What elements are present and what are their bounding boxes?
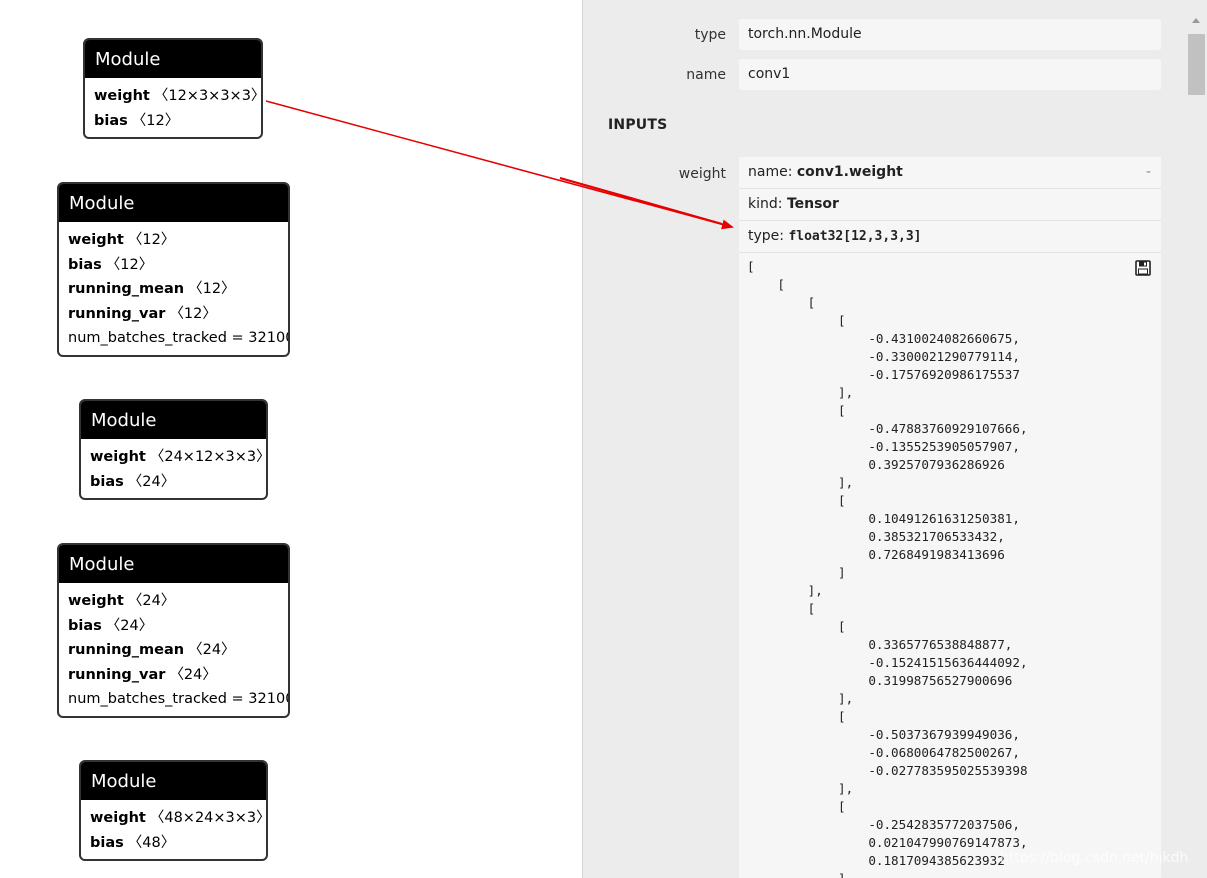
node-attr: bias 〈48〉 [90,831,257,856]
attr-name: bias [90,834,124,851]
attr-shape: 〈12〉 [169,305,217,322]
attr-shape: 〈24〉 [127,473,176,490]
scroll-up-arrow-icon[interactable] [1192,18,1200,23]
node-attr: weight 〈48×24×3×3〉 [90,806,266,831]
attr-shape: 〈48〉 [127,834,176,851]
tensor-values: [ [ [ [ -0.4310024082660675, -0.33000212… [747,259,1028,878]
name-label: name [686,67,726,83]
attr-shape: 〈12×3×3×3〉 [153,88,263,104]
module-node[interactable]: Module weight 〈24×12×3×3〉 bias 〈24〉 [79,399,268,500]
graph-canvas[interactable]: Module weight 〈12×3×3×3〉 bias 〈12〉 Module … [0,0,582,878]
type-label: type [694,27,726,43]
node-attr: weight 〈12〉 [68,228,279,253]
node-attr: weight 〈24×12×3×3〉 [90,445,266,470]
inputs-section-title: INPUTS [608,117,668,133]
attr-shape: 〈24×12×3×3〉 [149,449,268,465]
tensor-name-value: conv1.weight [796,164,903,180]
module-node[interactable]: Module weight 〈48×24×3×3〉 bias 〈48〉 [79,760,268,861]
node-title: Module [81,401,266,439]
node-extra: num_batches_tracked = 32100 [68,330,290,346]
attr-name: weight [68,593,124,609]
name-value: conv1 [739,59,1161,90]
attr-name: bias [68,617,102,634]
attr-shape: 〈24〉 [105,617,154,634]
attr-name: weight [90,449,146,465]
attr-shape: 〈24〉 [127,593,176,609]
node-attr: weight 〈12×3×3×3〉 [94,84,261,109]
module-node[interactable]: Module weight 〈12〉 bias 〈12〉 running_mean 〈… [57,182,290,357]
attr-shape: 〈48×24×3×3〉 [149,810,268,826]
attr-name: running_var [68,305,166,322]
node-title: Module [59,545,288,583]
tensor-name-row: name: conv1.weight - [739,157,1161,189]
module-node[interactable]: Module weight 〈24〉 bias 〈24〉 running_mean 〈… [57,543,290,718]
save-icon[interactable] [1135,260,1151,276]
attr-shape: 〈12〉 [127,232,176,248]
node-title: Module [59,184,288,222]
collapse-button[interactable]: - [1146,157,1151,188]
type-value: torch.nn.Module [739,19,1161,50]
node-attr: bias 〈12〉 [94,109,252,134]
tensor-kind-prefix: kind: [748,196,787,212]
attr-shape: 〈12〉 [188,281,236,297]
tensor-kind-value: Tensor [786,196,839,212]
tensor-kind-row: kind: Tensor [739,189,1161,221]
node-title: Module [81,762,266,800]
node-extra: num_batches_tracked = 32100 [68,691,290,707]
attr-shape: 〈24〉 [169,666,217,683]
node-attr: bias 〈24〉 [90,470,257,495]
node-attr: bias 〈12〉 [68,253,279,278]
attr-shape: 〈12〉 [105,256,154,273]
module-node[interactable]: Module weight 〈12×3×3×3〉 bias 〈12〉 [83,38,263,139]
attr-shape: 〈24〉 [188,642,236,658]
scrollbar-track[interactable] [1185,0,1207,878]
node-attr: running_var 〈24〉 [68,663,279,688]
attr-name: running_var [68,666,166,683]
attr-name: running_mean [68,281,185,297]
attr-name: running_mean [68,642,185,658]
tensor-name-prefix: name: [748,164,797,180]
attr-name: bias [94,112,128,129]
node-attr: bias 〈24〉 [68,614,279,639]
tensor-type-row: type: float32[12,3,3,3] [739,221,1161,253]
watermark: https://blog.csdn.net/hjkdh [1000,850,1189,866]
tensor-type-prefix: type: [748,228,789,244]
tensor-type-value: float32[12,3,3,3] [788,229,922,244]
node-attr: running_mean 〈24〉 [68,638,279,663]
attr-name: weight [68,232,124,248]
node-attr: weight 〈24〉 [68,589,279,614]
node-title: Module [85,40,261,78]
weight-label: weight [678,166,726,182]
attr-name: weight [94,88,150,104]
attr-shape: 〈12〉 [131,112,180,129]
scrollbar-thumb[interactable] [1188,34,1205,95]
tensor-view: name: conv1.weight - kind: Tensor type: … [739,157,1161,878]
attr-name: weight [90,810,146,826]
properties-sidebar: type torch.nn.Module name conv1 INPUTS w… [582,0,1207,878]
attr-name: bias [90,473,124,490]
attr-name: bias [68,256,102,273]
node-attr: running_var 〈12〉 [68,302,279,327]
node-attr: running_mean 〈12〉 [68,277,279,302]
